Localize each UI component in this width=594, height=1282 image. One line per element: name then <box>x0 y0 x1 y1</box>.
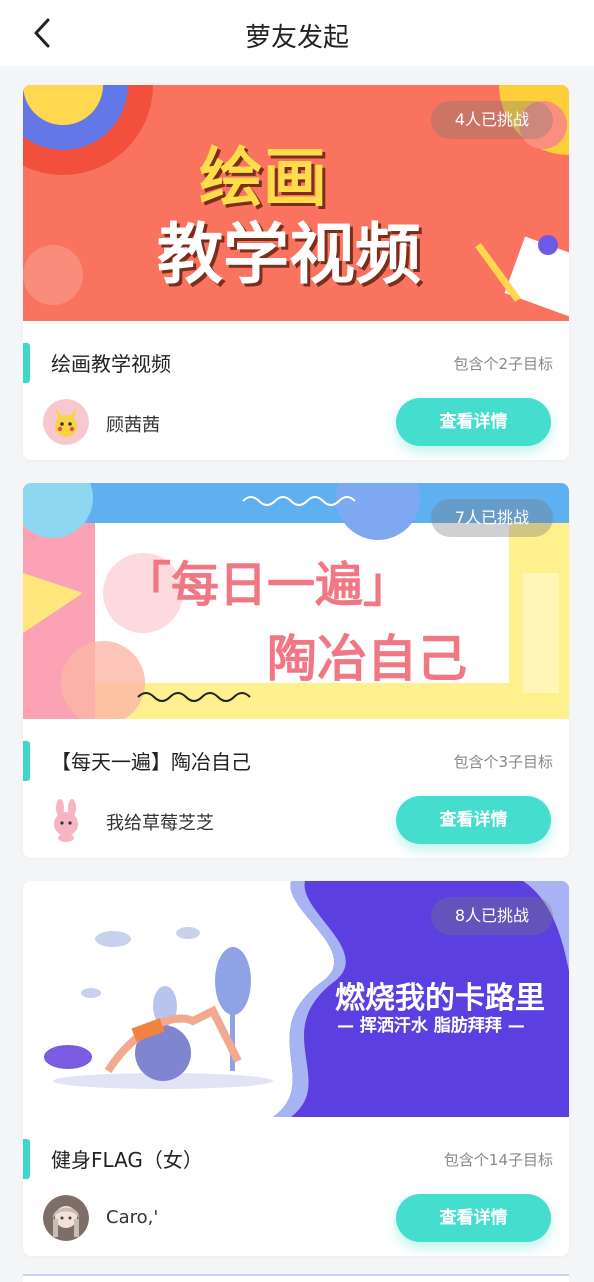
avatar[interactable] <box>43 399 89 445</box>
card-title: 绘画教学视频 <box>51 352 171 376</box>
view-details-button[interactable]: 查看详情 <box>396 796 551 844</box>
creator-name: Caro,' <box>106 1207 159 1228</box>
card-banner[interactable]: 「每日一遍」 陶冶自己 7人已挑战 <box>23 483 569 719</box>
title-accent-bar <box>23 343 30 383</box>
banner-line-2: 陶冶自己 <box>267 630 467 688</box>
sub-goal-count: 包含个14子目标 <box>443 1151 553 1169</box>
challenge-card[interactable]: 「每日一遍」 陶冶自己 7人已挑战 【每天一遍】陶冶自己 包含个3子目标 我给草… <box>23 483 569 858</box>
challenge-count-badge: 8人已挑战 <box>430 897 553 935</box>
challenge-count-badge: 7人已挑战 <box>430 499 553 537</box>
sub-goal-count: 包含个3子目标 <box>453 753 553 771</box>
avatar[interactable] <box>43 797 89 843</box>
next-card-peek <box>23 1274 569 1282</box>
challenge-count-badge: 4人已挑战 <box>430 101 553 139</box>
view-details-button[interactable]: 查看详情 <box>396 398 551 446</box>
sub-goal-count: 包含个2子目标 <box>453 355 553 373</box>
avatar[interactable] <box>43 1195 89 1241</box>
creator-name: 我给草莓芝芝 <box>106 813 214 834</box>
challenge-card[interactable]: 燃烧我的卡路里 — 挥洒汗水 脂肪拜拜 — 8人已挑战 健身FLAG（女） 包含… <box>23 881 569 1256</box>
banner-line-1: 「每日一遍」 <box>123 557 412 613</box>
banner-line-2: 教学视频 <box>157 216 421 293</box>
creator-name: 顾茜茜 <box>106 415 160 436</box>
card-title: 【每天一遍】陶冶自己 <box>51 750 251 774</box>
card-banner[interactable]: 燃烧我的卡路里 — 挥洒汗水 脂肪拜拜 — 8人已挑战 <box>23 881 569 1117</box>
card-title: 健身FLAG（女） <box>51 1148 203 1172</box>
view-details-button[interactable]: 查看详情 <box>396 1194 551 1242</box>
banner-line-2: — 挥洒汗水 脂肪拜拜 — <box>337 1016 525 1036</box>
top-bar: 萝友发起 <box>0 0 594 66</box>
card-banner[interactable]: 绘画 教学视频 4人已挑战 <box>23 85 569 321</box>
page-title: 萝友发起 <box>244 23 349 53</box>
title-accent-bar <box>23 741 30 781</box>
challenge-card[interactable]: 绘画 教学视频 4人已挑战 绘画教学视频 包含个2子目标 顾茜茜 查看详情 <box>23 85 569 460</box>
title-accent-bar <box>23 1139 30 1179</box>
